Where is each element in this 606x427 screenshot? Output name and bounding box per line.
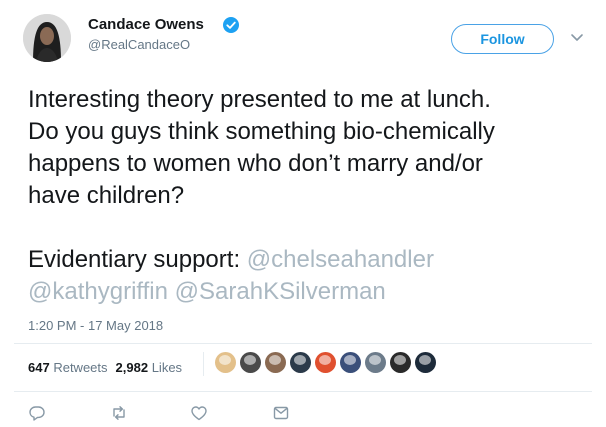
liker-face bbox=[369, 355, 381, 365]
liker-avatar[interactable] bbox=[365, 352, 386, 373]
retweets-label: Retweets bbox=[53, 360, 108, 375]
tweet-card: Candace Owens @RealCandaceO Follow Inter… bbox=[0, 0, 606, 427]
retweets-stat[interactable]: 647 Retweets bbox=[28, 360, 108, 375]
tweet-text: Interesting theory presented to me at lu… bbox=[28, 84, 588, 308]
retweets-count: 647 bbox=[28, 360, 50, 375]
liker-face bbox=[269, 355, 281, 365]
liker-avatar[interactable] bbox=[290, 352, 311, 373]
tweet-stats: 647 Retweets 2,982 Likes bbox=[28, 360, 182, 375]
likes-label: Likes bbox=[151, 360, 183, 375]
liker-avatar[interactable] bbox=[390, 352, 411, 373]
tweet-line: Interesting theory presented to me at lu… bbox=[28, 86, 491, 113]
tweet-line: @kathygriffin @SarahKSilverman bbox=[28, 276, 588, 308]
tweet-line: Evidentiary support: @chelseahandler bbox=[28, 244, 588, 276]
chevron-down-icon[interactable] bbox=[570, 33, 584, 43]
mention-link[interactable]: @chelseahandler bbox=[247, 246, 434, 273]
mention-link[interactable]: @SarahKSilverman bbox=[175, 278, 386, 305]
retweet-icon[interactable] bbox=[110, 404, 128, 422]
author-name[interactable]: Candace Owens bbox=[88, 16, 204, 33]
liker-face bbox=[419, 355, 431, 365]
support-prefix: Evidentiary support: bbox=[28, 246, 247, 273]
mention-link[interactable]: @kathygriffin bbox=[28, 278, 168, 305]
liker-avatar[interactable] bbox=[240, 352, 261, 373]
avatar[interactable] bbox=[23, 14, 71, 62]
divider bbox=[14, 391, 592, 392]
liker-face bbox=[394, 355, 406, 365]
liker-avatar[interactable] bbox=[265, 352, 286, 373]
liker-face bbox=[219, 355, 231, 365]
message-icon[interactable] bbox=[272, 404, 290, 422]
tweet-timestamp[interactable]: 1:20 PM - 17 May 2018 bbox=[28, 318, 163, 333]
liker-avatar[interactable] bbox=[315, 352, 336, 373]
tweet-line: happens to women who don’t marry and/or bbox=[28, 150, 483, 177]
follow-button[interactable]: Follow bbox=[451, 24, 554, 54]
tweet-line: have children? bbox=[28, 182, 185, 209]
reply-icon[interactable] bbox=[28, 404, 46, 422]
author-handle[interactable]: @RealCandaceO bbox=[88, 37, 190, 52]
liker-avatars bbox=[203, 352, 436, 376]
like-icon[interactable] bbox=[190, 404, 208, 422]
liker-face bbox=[294, 355, 306, 365]
verified-badge-icon bbox=[223, 17, 239, 33]
divider bbox=[14, 343, 592, 344]
divider bbox=[203, 352, 204, 376]
liker-face bbox=[319, 355, 331, 365]
tweet-line: Do you guys think something bio-chemical… bbox=[28, 118, 495, 145]
likes-stat[interactable]: 2,982 Likes bbox=[116, 360, 183, 375]
liker-face bbox=[344, 355, 356, 365]
liker-face bbox=[244, 355, 256, 365]
liker-avatar[interactable] bbox=[215, 352, 236, 373]
likes-count: 2,982 bbox=[115, 360, 149, 375]
liker-avatar[interactable] bbox=[415, 352, 436, 373]
liker-avatar[interactable] bbox=[340, 352, 361, 373]
